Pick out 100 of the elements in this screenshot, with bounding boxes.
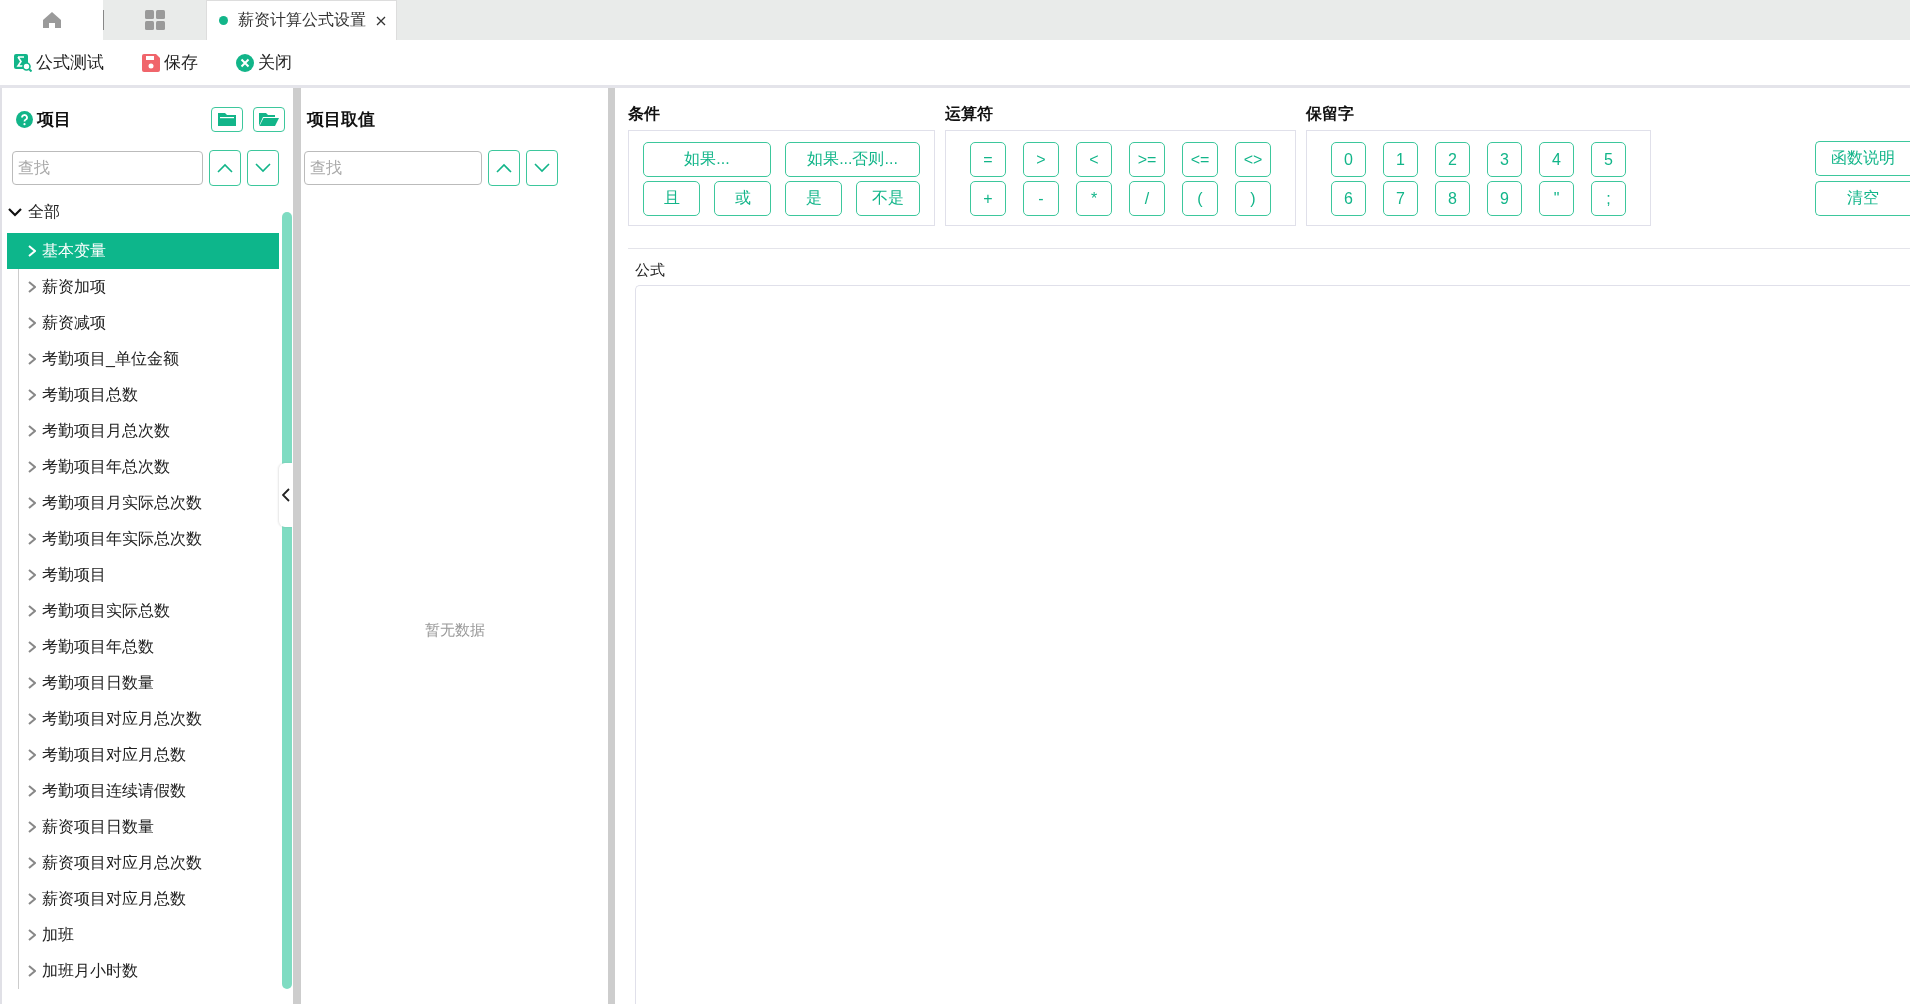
operator-button[interactable]: ( bbox=[1182, 181, 1218, 216]
tree-label: 考勤项目 bbox=[42, 564, 106, 585]
reserved-word-button[interactable]: 1 bbox=[1383, 142, 1418, 177]
tree-label: 加班 bbox=[42, 924, 74, 945]
operator-button[interactable]: / bbox=[1129, 181, 1165, 216]
close-icon[interactable] bbox=[376, 15, 386, 26]
group-title: 运算符 bbox=[945, 104, 994, 124]
close-icon bbox=[236, 53, 254, 72]
reserved-word-button[interactable]: " bbox=[1539, 181, 1574, 216]
scrollbar-thumb[interactable] bbox=[282, 212, 292, 989]
formula-test-button[interactable]: 公式测试 bbox=[14, 51, 104, 74]
operator-button[interactable]: >= bbox=[1129, 142, 1165, 177]
save-icon bbox=[142, 53, 160, 72]
next-button[interactable] bbox=[247, 150, 279, 186]
tab-title: 薪资计算公式设置 bbox=[238, 10, 366, 30]
operator-button[interactable]: - bbox=[1023, 181, 1059, 216]
tree-label: 考勤项目年总次数 bbox=[42, 456, 170, 477]
tree-node[interactable]: 考勤项目对应月总数 bbox=[19, 737, 279, 773]
tree-node[interactable]: 全部 bbox=[2, 194, 279, 230]
tree-node[interactable]: 薪资项目日数量 bbox=[19, 809, 279, 845]
collapse-all-button[interactable] bbox=[211, 106, 243, 132]
tree-node[interactable]: 薪资项目对应月总次数 bbox=[19, 845, 279, 881]
save-button[interactable]: 保存 bbox=[142, 51, 198, 74]
tree-label: 考勤项目对应月总次数 bbox=[42, 708, 202, 729]
help-icon[interactable] bbox=[16, 110, 33, 128]
tree-label: 薪资项目对应月总数 bbox=[42, 888, 186, 909]
open-folder-icon bbox=[259, 112, 279, 126]
condition-button[interactable]: 是 bbox=[785, 181, 842, 216]
search-field[interactable]: 查找 bbox=[304, 151, 482, 185]
formula-search-icon bbox=[14, 53, 32, 72]
tree-node[interactable]: 考勤项目实际总数 bbox=[19, 593, 279, 629]
tree-node[interactable]: 基本变量 bbox=[7, 233, 279, 269]
tree-node[interactable]: 薪资减项 bbox=[19, 305, 279, 341]
tree-label: 考勤项目对应月总数 bbox=[42, 744, 186, 765]
reserved-word-button[interactable]: 6 bbox=[1331, 181, 1366, 216]
tree-label: 加班月小时数 bbox=[42, 960, 138, 981]
chevron-up-icon bbox=[496, 163, 512, 173]
tree-label: 全部 bbox=[28, 201, 60, 222]
function-help-button[interactable]: 函数说明 bbox=[1815, 141, 1910, 176]
reserved-word-button[interactable]: 0 bbox=[1331, 142, 1366, 177]
tree-node[interactable]: 考勤项目年总次数 bbox=[19, 449, 279, 485]
home-icon bbox=[41, 11, 62, 29]
formula-field[interactable] bbox=[635, 285, 1910, 1004]
reserved-word-button[interactable]: 8 bbox=[1435, 181, 1470, 216]
tree-node[interactable]: 薪资项目对应月总数 bbox=[19, 881, 279, 917]
operator-button[interactable]: > bbox=[1023, 142, 1059, 177]
tree-label: 考勤项目月总次数 bbox=[42, 420, 170, 441]
operator-button[interactable]: <= bbox=[1182, 142, 1218, 177]
condition-button[interactable]: 如果... bbox=[643, 142, 771, 177]
tree-label: 考勤项目总数 bbox=[42, 384, 138, 405]
tree-label: 考勤项目连续请假数 bbox=[42, 780, 186, 801]
reserved-word-button[interactable]: 5 bbox=[1591, 142, 1626, 177]
group-title: 保留字 bbox=[1306, 104, 1355, 124]
tree-label: 薪资项目日数量 bbox=[42, 816, 154, 837]
operator-button[interactable]: + bbox=[970, 181, 1006, 216]
operator-button[interactable]: <> bbox=[1235, 142, 1271, 177]
chevron-down-icon bbox=[255, 163, 271, 173]
tree-node[interactable]: 考勤项目连续请假数 bbox=[19, 773, 279, 809]
reserved-word-button[interactable]: 3 bbox=[1487, 142, 1522, 177]
chevron-up-icon bbox=[217, 163, 233, 173]
condition-button[interactable]: 或 bbox=[714, 181, 771, 216]
tree-node[interactable]: 考勤项目总数 bbox=[19, 377, 279, 413]
tree-node[interactable]: 考勤项目日数量 bbox=[19, 665, 279, 701]
previous-button[interactable] bbox=[209, 150, 241, 186]
empty-message: 暂无数据 bbox=[424, 620, 485, 640]
tree-node[interactable]: 考勤项目月实际总次数 bbox=[19, 485, 279, 521]
tree-node[interactable]: 考勤项目_单位金额 bbox=[19, 341, 279, 377]
next-button[interactable] bbox=[526, 150, 558, 186]
reserved-word-button[interactable]: 2 bbox=[1435, 142, 1470, 177]
close-button[interactable]: 关闭 bbox=[236, 51, 292, 74]
previous-button[interactable] bbox=[488, 150, 520, 186]
operator-button[interactable]: < bbox=[1076, 142, 1112, 177]
operator-button[interactable]: ) bbox=[1235, 181, 1271, 216]
tree-node[interactable]: 考勤项目月总次数 bbox=[19, 413, 279, 449]
page-tab[interactable]: 薪资计算公式设置 bbox=[206, 0, 397, 40]
tree-node[interactable]: 考勤项目年实际总次数 bbox=[19, 521, 279, 557]
operator-button[interactable]: * bbox=[1076, 181, 1112, 216]
reserved-word-button[interactable]: 7 bbox=[1383, 181, 1418, 216]
expand-all-button[interactable] bbox=[253, 106, 285, 132]
search-field[interactable]: 查找 bbox=[12, 151, 203, 185]
condition-button[interactable]: 如果...否则... bbox=[785, 142, 920, 177]
operator-button[interactable]: = bbox=[970, 142, 1006, 177]
tree-label: 薪资项目对应月总次数 bbox=[42, 852, 202, 873]
reserved-word-button[interactable]: 4 bbox=[1539, 142, 1574, 177]
tree-node[interactable]: 薪资加项 bbox=[19, 269, 279, 305]
tree-node[interactable]: 加班 bbox=[19, 917, 279, 953]
home-tab[interactable] bbox=[0, 0, 103, 40]
folder-icon bbox=[218, 112, 236, 126]
reserved-word-button[interactable]: ; bbox=[1591, 181, 1626, 216]
chevron-down-icon bbox=[534, 163, 550, 173]
collapse-handle[interactable] bbox=[279, 463, 293, 527]
tree-node[interactable]: 考勤项目对应月总次数 bbox=[19, 701, 279, 737]
condition-button[interactable]: 不是 bbox=[856, 181, 920, 216]
reserved-word-button[interactable]: 9 bbox=[1487, 181, 1522, 216]
tree-node[interactable]: 考勤项目年总数 bbox=[19, 629, 279, 665]
tree-node[interactable]: 加班月小时数 bbox=[19, 953, 279, 989]
condition-button[interactable]: 且 bbox=[643, 181, 700, 216]
tree-node[interactable]: 考勤项目 bbox=[19, 557, 279, 593]
clear-button[interactable]: 清空 bbox=[1815, 181, 1910, 216]
tree-label: 考勤项目月实际总次数 bbox=[42, 492, 202, 513]
